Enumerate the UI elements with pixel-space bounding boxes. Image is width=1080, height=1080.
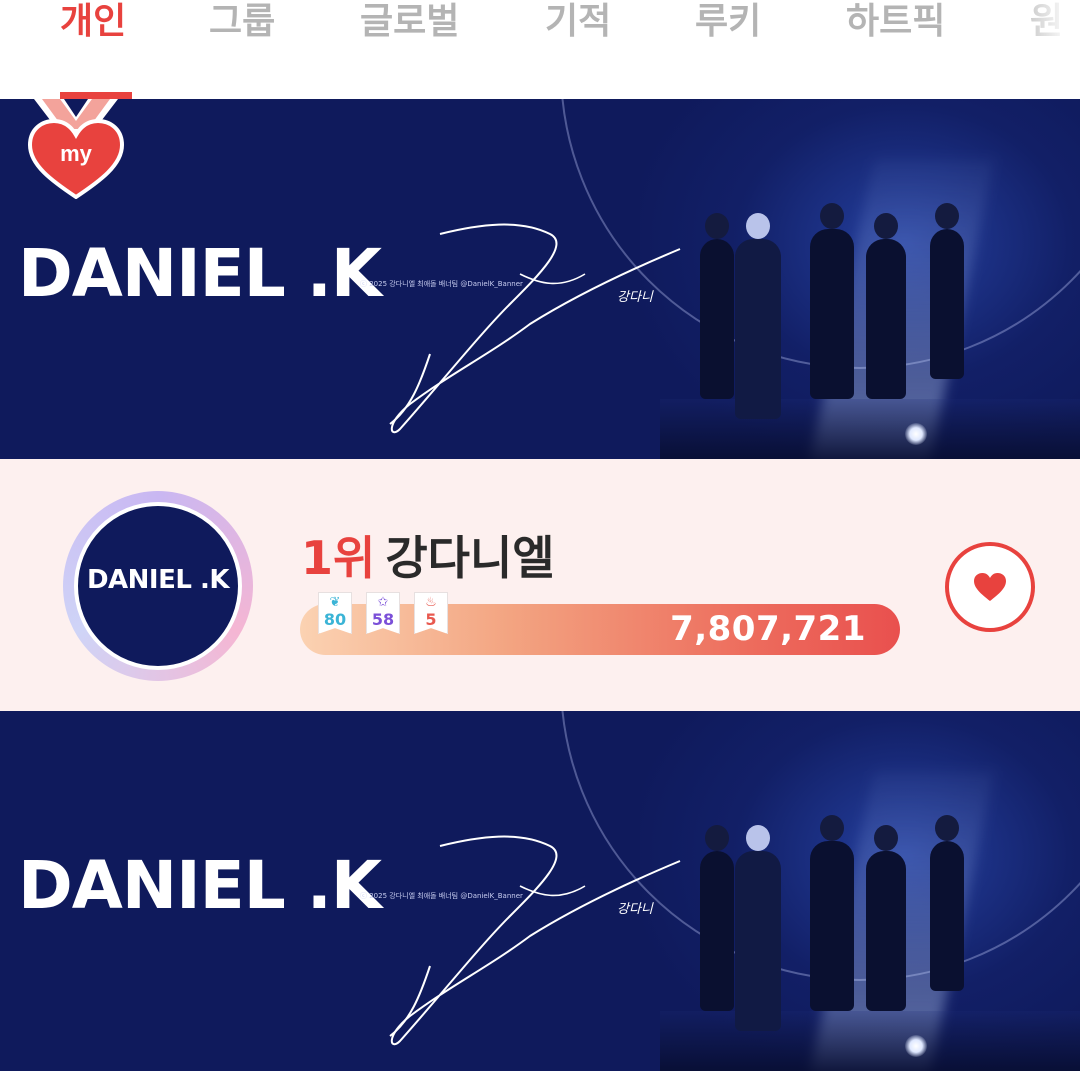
- my-heart-badge[interactable]: my: [20, 99, 132, 199]
- star-count: 58: [371, 610, 395, 629]
- idol-banner-top[interactable]: DANIEL .K ⓒ 2025 강다니엘 최애돌 배너팀 @DanielK_B…: [0, 99, 1080, 459]
- cake-icon: ♨: [425, 595, 437, 610]
- dancer-figure: [866, 213, 906, 399]
- active-tab-indicator: [60, 92, 132, 99]
- cake-count: 5: [425, 610, 437, 629]
- tab-rookie[interactable]: 루키: [695, 0, 761, 46]
- idol-banner-bottom[interactable]: DANIEL .K ⓒ 2025 강다니엘 최애돌 배너팀 @DanielK_B…: [0, 711, 1080, 1071]
- angel-medal: ❦ 80: [318, 592, 352, 634]
- dancer-figure: [930, 815, 964, 991]
- signature-graphic: [389, 835, 681, 1046]
- angel-wing-icon: ❦: [329, 595, 341, 610]
- star-icon: ✩: [377, 595, 389, 610]
- tab-individual[interactable]: 개인: [60, 0, 126, 46]
- dancer-figure: [930, 203, 964, 379]
- tab-global[interactable]: 글로벌: [360, 0, 459, 46]
- tab-group[interactable]: 그룹: [209, 0, 275, 46]
- banner-title: DANIEL .K: [18, 847, 382, 924]
- vote-heart-button[interactable]: [945, 542, 1035, 632]
- heart-icon: [974, 573, 1006, 601]
- tab-scroll-fade: [1010, 0, 1080, 60]
- dancer-figure: [700, 825, 734, 1011]
- signature-tag: 강다니: [617, 290, 653, 305]
- dancer-figure: [810, 815, 854, 1011]
- rank-line: 1위 강다니엘: [301, 528, 555, 588]
- category-tab-bar: 개인 그룹 글로벌 기적 루키 하트픽 원: [0, 0, 1080, 99]
- avatar-text: DANIEL .K: [86, 565, 230, 595]
- signature-tag: 강다니: [617, 902, 653, 917]
- signature-graphic: [389, 223, 681, 434]
- spotlight-source: [905, 1035, 927, 1057]
- angel-count: 80: [323, 610, 347, 629]
- star-medal: ✩ 58: [366, 592, 400, 634]
- performer-figure: [735, 825, 781, 1031]
- dancer-figure: [700, 213, 734, 399]
- cake-medal: ♨ 5: [414, 592, 448, 634]
- dancer-figure: [810, 203, 854, 399]
- bottom-spacer: [0, 1071, 1080, 1080]
- tab-miracle[interactable]: 기적: [545, 0, 611, 46]
- idol-name: 강다니엘: [385, 531, 555, 585]
- rank-number: 1위: [301, 531, 376, 585]
- banner-title: DANIEL .K: [18, 235, 382, 312]
- stage-floor: [660, 1011, 1080, 1071]
- spotlight-source: [905, 423, 927, 445]
- my-badge-label: my: [60, 141, 93, 166]
- performer-figure: [735, 213, 781, 419]
- vote-score: 7,807,721: [670, 609, 866, 649]
- tab-heart-pick[interactable]: 하트픽: [846, 0, 945, 46]
- dancer-figure: [866, 825, 906, 1011]
- stage-floor: [660, 399, 1080, 459]
